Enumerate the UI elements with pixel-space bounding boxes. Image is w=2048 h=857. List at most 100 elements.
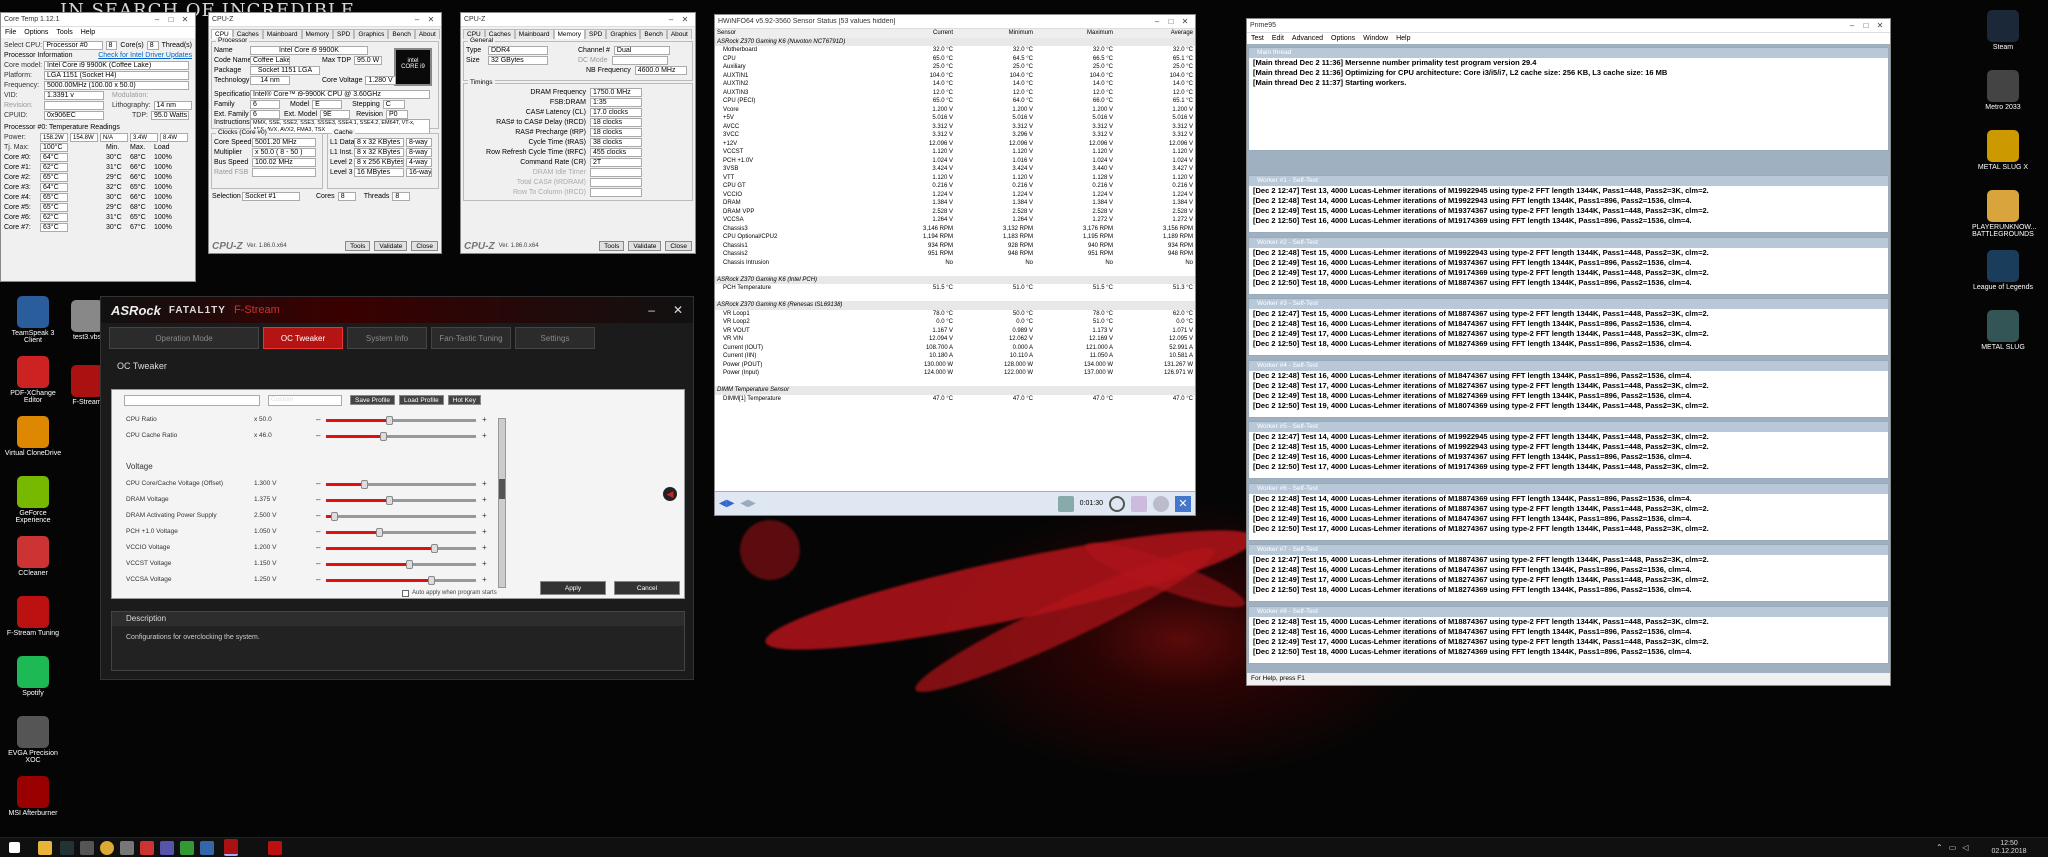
worker-pane[interactable]: Worker #6 - Self-Test [Dec 2 12:48] Test … xyxy=(1248,482,1889,541)
tab-oc-tweaker[interactable]: OC Tweaker xyxy=(263,327,343,349)
save-profile-button[interactable]: Save Profile xyxy=(350,395,396,405)
table-row[interactable]: Chassis2 951 RPM 948 RPM 951 RPM 948 RPM xyxy=(715,250,1195,259)
table-row[interactable]: CPU Optional/CPU2 1,194 RPM 1,183 RPM 1,195… xyxy=(715,233,1195,242)
cpuz-cpu-window[interactable]: CPU-Z – ✕ CPU Caches Mainboard Memory SPD Graph… xyxy=(208,12,442,254)
slider-track[interactable] xyxy=(326,576,476,585)
table-row[interactable]: CPU (PECI) 65.0 °C 64.0 °C 66.0 °C 65.1 °C xyxy=(715,97,1195,106)
minimize-icon[interactable]: – xyxy=(664,15,678,24)
table-row[interactable]: Chassis Intrusion No No No No xyxy=(715,259,1195,268)
close-icon[interactable]: ✕ xyxy=(673,303,683,317)
tab-system-info[interactable]: System Info xyxy=(347,327,427,349)
table-row[interactable]: AVCC 3.312 V 3.312 V 3.312 V 3.312 V xyxy=(715,123,1195,132)
app-icon[interactable] xyxy=(120,841,134,855)
table-row[interactable]: VR Loop2 0.0 °C 0.0 °C 51.0 °C 0.0 °C xyxy=(715,318,1195,327)
maximize-icon[interactable]: □ xyxy=(164,15,178,24)
table-row[interactable]: +12V 12.096 V 12.096 V 12.096 V 12.096 V xyxy=(715,140,1195,149)
column-header[interactable]: Maximum xyxy=(1035,29,1115,38)
minus-icon[interactable]: – xyxy=(316,431,320,440)
table-row[interactable]: Vcore 1.200 V 1.200 V 1.200 V 1.200 V xyxy=(715,106,1195,115)
close-icon[interactable]: ✕ xyxy=(678,15,692,24)
app-icon[interactable] xyxy=(160,841,174,855)
menu-item[interactable]: Advanced xyxy=(1292,35,1323,42)
table-row[interactable]: AUXTIN1 104.0 °C 104.0 °C 104.0 °C 104.0 °C xyxy=(715,72,1195,81)
validate-button[interactable]: Validate xyxy=(628,241,662,251)
tab-graphics[interactable]: Graphics xyxy=(606,29,641,39)
table-row[interactable]: CPU 65.0 °C 64.5 °C 66.5 °C 65.1 °C xyxy=(715,55,1195,64)
table-row[interactable]: Motherboard 32.0 °C 32.0 °C 32.0 °C 32.0 °C xyxy=(715,46,1195,55)
slider-knob[interactable] xyxy=(386,416,393,425)
tab-bench[interactable]: Bench xyxy=(388,29,415,39)
tab-fan-tastic-tuning[interactable]: Fan-Tastic Tuning xyxy=(431,327,511,349)
desktop-icon[interactable]: METAL SLUG X xyxy=(1972,130,2034,171)
chrome-icon[interactable] xyxy=(100,841,114,855)
menu-item[interactable]: File xyxy=(5,29,16,36)
table-row[interactable]: VR VIN 12.094 V 12.062 V 12.169 V 12.095 V xyxy=(715,335,1195,344)
tab-spd[interactable]: SPD xyxy=(332,29,355,39)
plus-icon[interactable]: + xyxy=(482,415,487,424)
table-row[interactable]: VCCSA 1.264 V 1.264 V 1.272 V 1.272 V xyxy=(715,216,1195,225)
desktop-icon[interactable]: Steam xyxy=(1972,10,2034,51)
tools-button[interactable]: Tools xyxy=(345,241,371,251)
validate-button[interactable]: Validate xyxy=(374,241,408,251)
plus-icon[interactable]: + xyxy=(482,575,487,584)
report-icon[interactable] xyxy=(1131,495,1147,512)
table-row[interactable]: VCCST 1.120 V 1.120 V 1.120 V 1.120 V xyxy=(715,148,1195,157)
column-header[interactable]: Current xyxy=(875,29,955,38)
worker-pane[interactable]: Worker #5 - Self-Test [Dec 2 12:47] Test … xyxy=(1248,421,1889,479)
profile-name-input[interactable]: Custom xyxy=(268,394,342,406)
app-icon[interactable] xyxy=(140,841,154,855)
close-icon[interactable]: ✕ xyxy=(1178,17,1192,26)
table-row[interactable]: VR Loop1 78.0 °C 50.0 °C 78.0 °C 62.0 °C xyxy=(715,310,1195,319)
slider-knob[interactable] xyxy=(360,480,368,489)
slider-track[interactable] xyxy=(326,528,476,537)
auto-apply-checkbox[interactable] xyxy=(402,589,409,597)
tab-bench[interactable]: Bench xyxy=(640,29,667,39)
desktop-icon[interactable]: Metro 2033 xyxy=(1972,70,2034,111)
hot-key-button[interactable]: Hot Key xyxy=(447,395,481,405)
table-row[interactable]: Power (POUT) 130.000 W 128.000 W 134.000 W 1… xyxy=(715,361,1195,370)
cancel-button[interactable]: Cancel xyxy=(614,581,680,595)
load-profile-button[interactable]: Load Profile xyxy=(399,395,444,405)
tab-mainboard[interactable]: Mainboard xyxy=(514,29,554,39)
table-row[interactable]: PCH Temperature 51.5 °C 51.0 °C 51.5 °C 51.3… xyxy=(715,284,1195,293)
slider-track[interactable] xyxy=(326,512,476,521)
desktop-icon[interactable]: Virtual CloneDrive xyxy=(4,416,62,457)
menu-item[interactable]: Help xyxy=(1396,35,1410,42)
coretemp-window[interactable]: Core Temp 1.12.1 – □ ✕ File Options Tools Help… xyxy=(0,12,196,282)
close-icon[interactable]: ✕ xyxy=(1175,495,1191,512)
plus-icon[interactable]: + xyxy=(482,479,487,488)
table-row[interactable]: CPU GT 0.216 V 0.216 V 0.216 V 0.216 V xyxy=(715,182,1195,191)
desktop-icon[interactable]: EVGA Precision XOC xyxy=(4,716,62,764)
slider-knob[interactable] xyxy=(330,512,338,521)
minus-icon[interactable]: – xyxy=(316,559,320,568)
worker-pane[interactable]: Worker #3 - Self-Test [Dec 2 12:47] Test … xyxy=(1248,298,1889,356)
slider-knob[interactable] xyxy=(386,496,393,505)
table-row[interactable]: VR VOUT 1.167 V 0.989 V 1.173 V 1.071 V xyxy=(715,327,1195,336)
tab-operation-mode[interactable]: Operation Mode xyxy=(109,327,259,349)
minus-icon[interactable]: – xyxy=(316,543,320,552)
slider-knob[interactable] xyxy=(428,576,435,585)
table-row[interactable]: Chassis1 934 RPM 928 RPM 940 RPM 934 RPM xyxy=(715,242,1195,251)
slider-knob[interactable] xyxy=(380,432,387,441)
desktop-icon[interactable]: Spotify xyxy=(4,656,62,697)
chevron-up-icon[interactable]: ⌃ xyxy=(1936,843,1943,852)
volume-icon[interactable]: ◁ xyxy=(1962,843,1968,852)
hwinfo-taskbar-icon[interactable] xyxy=(180,841,194,855)
minus-icon[interactable]: – xyxy=(316,495,320,504)
sensor-group[interactable]: ASRock Z370 Gaming K6 (Renesas ISL69138) xyxy=(715,301,1195,310)
table-row[interactable]: AUXTIN3 12.0 °C 12.0 °C 12.0 °C 12.0 °C xyxy=(715,89,1195,98)
clock[interactable]: 12:50 02.12.2018 xyxy=(1984,840,2034,856)
settings-icon[interactable] xyxy=(1153,495,1169,512)
table-row[interactable]: PCH +1.0V 1.024 V 1.016 V 1.024 V 1.024 V xyxy=(715,157,1195,166)
slider-track[interactable] xyxy=(326,560,476,569)
hwinfo-sensor-window[interactable]: HWiNFO64 v5.92-3560 Sensor Status [53 va… xyxy=(714,14,1196,516)
column-header[interactable]: Sensor xyxy=(715,29,875,38)
column-header[interactable]: Average xyxy=(1115,29,1195,38)
desktop-icon[interactable]: MSI Afterburner xyxy=(4,776,62,817)
worker-pane[interactable]: Worker #8 - Self-Test [Dec 2 12:48] Test … xyxy=(1248,605,1889,664)
close-button[interactable]: Close xyxy=(665,241,692,251)
minus-icon[interactable]: – xyxy=(316,479,320,488)
tab-spd[interactable]: SPD xyxy=(584,29,607,39)
table-row[interactable]: 3VSB 3.424 V 3.424 V 3.440 V 3.427 V xyxy=(715,165,1195,174)
plus-icon[interactable]: + xyxy=(482,543,487,552)
